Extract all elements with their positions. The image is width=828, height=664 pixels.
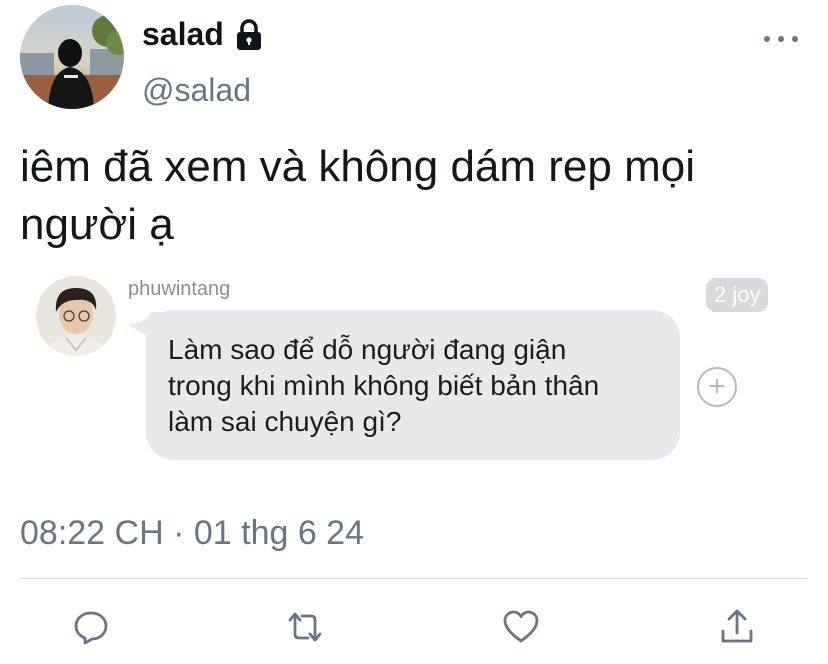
dot (792, 36, 798, 42)
time-badge: 2 joy (706, 278, 769, 312)
message-line: trong khi mình không biết bản thân (168, 370, 600, 401)
user-handle[interactable]: @salad (142, 72, 251, 109)
divider (20, 578, 808, 579)
display-name[interactable]: salad (142, 16, 266, 53)
plus-circle-icon: + (697, 367, 737, 407)
tweet-timestamp[interactable]: 08:22 CH · 01 thg 6 24 (20, 514, 364, 553)
dot (764, 36, 770, 42)
like-icon[interactable] (498, 604, 544, 650)
display-name-text: salad (142, 16, 224, 52)
more-options-icon[interactable] (764, 24, 798, 54)
message-bubble: Làm sao để dỗ người đang giận trong khi … (146, 310, 680, 460)
sender-avatar (36, 276, 116, 356)
message-line: Làm sao để dỗ người đang giận (168, 334, 567, 365)
reply-icon[interactable] (68, 604, 114, 650)
message-line: làm sai chuyện gì? (168, 406, 402, 437)
lock-icon (232, 18, 266, 52)
avatar[interactable] (20, 5, 124, 109)
tweet-text: iêm đã xem và không dám rep mọi người ạ (20, 142, 695, 249)
share-icon[interactable] (714, 604, 760, 650)
embedded-message-screenshot: phuwintang 2 joy Làm sao để dỗ người đan… (0, 270, 828, 470)
sender-name: phuwintang (128, 278, 231, 300)
retweet-icon[interactable] (282, 604, 328, 650)
action-bar (0, 604, 828, 654)
dot (778, 36, 784, 42)
